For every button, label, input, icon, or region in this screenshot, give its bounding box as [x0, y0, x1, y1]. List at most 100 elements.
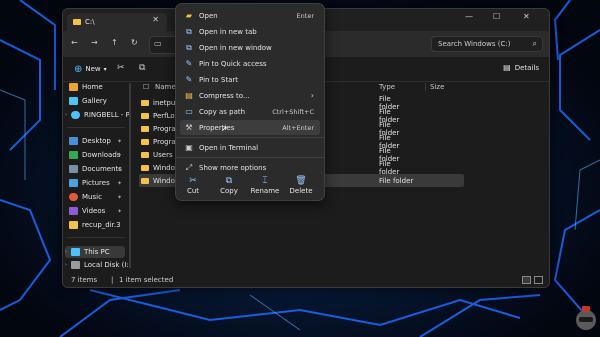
status-bar: 7 items | 1 item selected — [63, 273, 549, 287]
menu-item-shortcut: Alt+Enter — [282, 123, 314, 132]
sidebar-item-documents[interactable]: Documents ✦ — [69, 165, 122, 173]
quick-action-delete[interactable]: 🗑 Delete — [284, 176, 318, 195]
menu-item-show-more-options[interactable]: ⤢ Show more options — [180, 160, 320, 175]
chevron-right-icon: › — [65, 262, 67, 268]
new-button[interactable]: ⊕ New ▾ — [69, 62, 112, 76]
sidebar-item-music[interactable]: Music ✦ — [69, 193, 122, 201]
sidebar-item-onedrive[interactable]: › RINGBELL - P — [65, 111, 130, 119]
menu-item-open-new-tab[interactable]: ⧉ Open in new tab — [180, 24, 320, 39]
folder-icon — [73, 19, 81, 25]
menu-item-label: Show more options — [199, 163, 267, 172]
menu-item-compress[interactable]: ▤ Compress to... › — [180, 88, 320, 103]
menu-separator — [176, 137, 324, 138]
tiles-view-icon[interactable] — [534, 276, 543, 284]
sidebar-item-downloads[interactable]: Downloads ✦ — [69, 151, 123, 159]
folder-icon — [141, 151, 149, 158]
video-icon — [69, 207, 78, 215]
column-type[interactable]: Type — [379, 83, 395, 91]
channel-logo-icon — [574, 304, 598, 334]
column-size[interactable]: Size — [425, 83, 444, 91]
sidebar-scrollbar[interactable] — [129, 83, 131, 268]
cut-icon: ✂ — [189, 176, 197, 186]
music-icon — [69, 193, 78, 201]
close-window-icon[interactable]: ✕ — [523, 12, 530, 21]
column-name[interactable]: Name — [155, 83, 176, 91]
menu-item-pin-quick-access[interactable]: ✎ Pin to Quick access — [180, 56, 320, 71]
desktop-icon — [69, 137, 78, 145]
pin-icon: ✦ — [117, 137, 123, 145]
pin-icon: ✎ — [185, 75, 193, 84]
menu-item-open-terminal[interactable]: ▣ Open in Terminal — [180, 140, 320, 155]
pin-icon: ✎ — [185, 59, 193, 68]
document-icon — [69, 165, 78, 173]
cloud-icon — [71, 111, 80, 119]
picture-icon — [69, 179, 78, 187]
back-icon[interactable]: ← — [71, 38, 78, 47]
sidebar-item-home[interactable]: Home — [69, 83, 103, 91]
close-tab-icon[interactable]: ✕ — [152, 15, 159, 24]
quick-action-label: Delete — [289, 187, 313, 195]
new-label: New — [85, 65, 101, 73]
file-type: File folder — [379, 176, 414, 185]
quick-action-cut[interactable]: ✂ Cut — [176, 176, 210, 195]
maximize-icon[interactable]: ☐ — [493, 12, 500, 21]
menu-item-label: Compress to... — [199, 91, 250, 100]
new-tab-icon: ⧉ — [186, 26, 192, 36]
cut-toolbar-icon[interactable]: ✂ — [117, 63, 125, 73]
sidebar-item-label: Desktop — [82, 137, 111, 145]
sidebar-item-label: Documents — [82, 165, 122, 173]
sidebar-item-label: Home — [82, 83, 103, 91]
menu-item-label: Pin to Start — [199, 75, 239, 84]
menu-item-pin-start[interactable]: ✎ Pin to Start — [180, 72, 320, 87]
folder-open-icon: ▰ — [185, 11, 193, 20]
sidebar-item-gallery[interactable]: Gallery — [69, 97, 107, 105]
file-name: Users — [153, 150, 173, 159]
new-window-icon: ⧉ — [186, 42, 192, 52]
folder-icon — [69, 221, 78, 229]
details-label: Details — [514, 63, 539, 72]
menu-item-label: Open — [199, 11, 218, 20]
sidebar-item-recup-dir[interactable]: recup_dir.3 — [69, 221, 121, 229]
search-input[interactable]: Search Windows (C:) ⌕ — [431, 36, 543, 52]
search-icon: ⌕ — [532, 39, 537, 48]
gallery-icon — [69, 97, 78, 105]
details-button[interactable]: ▤ Details — [503, 63, 539, 72]
chevron-right-icon: › — [310, 91, 314, 100]
quick-action-label: Rename — [250, 187, 280, 195]
copy-toolbar-icon[interactable]: ⧉ — [139, 63, 145, 73]
pin-icon: ✦ — [117, 179, 123, 187]
forward-icon[interactable]: → — [91, 38, 98, 47]
sidebar-item-label: RINGBELL - P — [84, 111, 130, 119]
menu-item-label: Open in Terminal — [199, 143, 259, 152]
details-view-icon[interactable] — [522, 276, 531, 284]
minimize-icon[interactable]: — — [465, 12, 473, 21]
pin-icon: ✦ — [117, 193, 123, 201]
menu-item-copy-as-path[interactable]: ▭ Copy as path Ctrl+Shift+C — [180, 104, 320, 119]
sidebar-item-local-disk[interactable]: › Local Disk (I: — [65, 261, 129, 269]
menu-item-open-new-window[interactable]: ⧉ Open in new window — [180, 40, 320, 55]
pin-icon: ✦ — [117, 151, 123, 159]
folder-icon — [141, 138, 149, 145]
refresh-icon[interactable]: ↻ — [131, 38, 138, 47]
menu-separator — [176, 157, 324, 158]
quick-action-rename[interactable]: ⌶ Rename — [248, 176, 282, 195]
menu-item-label: Open in new tab — [199, 27, 257, 36]
more-options-icon: ⤢ — [185, 162, 193, 172]
navigation-pane: Home Gallery › RINGBELL - P Desktop ✦ Do… — [63, 81, 130, 271]
home-icon — [69, 83, 78, 91]
sidebar-item-this-pc[interactable]: › This PC — [65, 246, 125, 258]
up-icon[interactable]: ↑ — [111, 38, 118, 47]
menu-item-label: Copy as path — [199, 107, 246, 116]
sidebar-item-label: Local Disk (I: — [84, 261, 129, 269]
sidebar-item-desktop[interactable]: Desktop ✦ — [69, 137, 122, 145]
tab-c-drive[interactable]: C:\ ✕ — [67, 13, 167, 31]
sidebar-item-videos[interactable]: Videos ✦ — [69, 207, 122, 215]
sidebar-item-pictures[interactable]: Pictures ✦ — [69, 179, 122, 187]
quick-action-copy[interactable]: ⧉ Copy — [212, 176, 246, 195]
menu-item-open[interactable]: ▰ Open Enter — [180, 8, 320, 23]
menu-item-properties[interactable]: ⚒ Properties Alt+Enter — [180, 120, 320, 135]
menu-item-shortcut: Enter — [296, 11, 314, 20]
mouse-cursor-icon: ➚ — [221, 124, 228, 133]
wrench-icon: ⚒ — [185, 123, 193, 132]
select-all-checkbox[interactable]: ☐ — [143, 83, 149, 91]
